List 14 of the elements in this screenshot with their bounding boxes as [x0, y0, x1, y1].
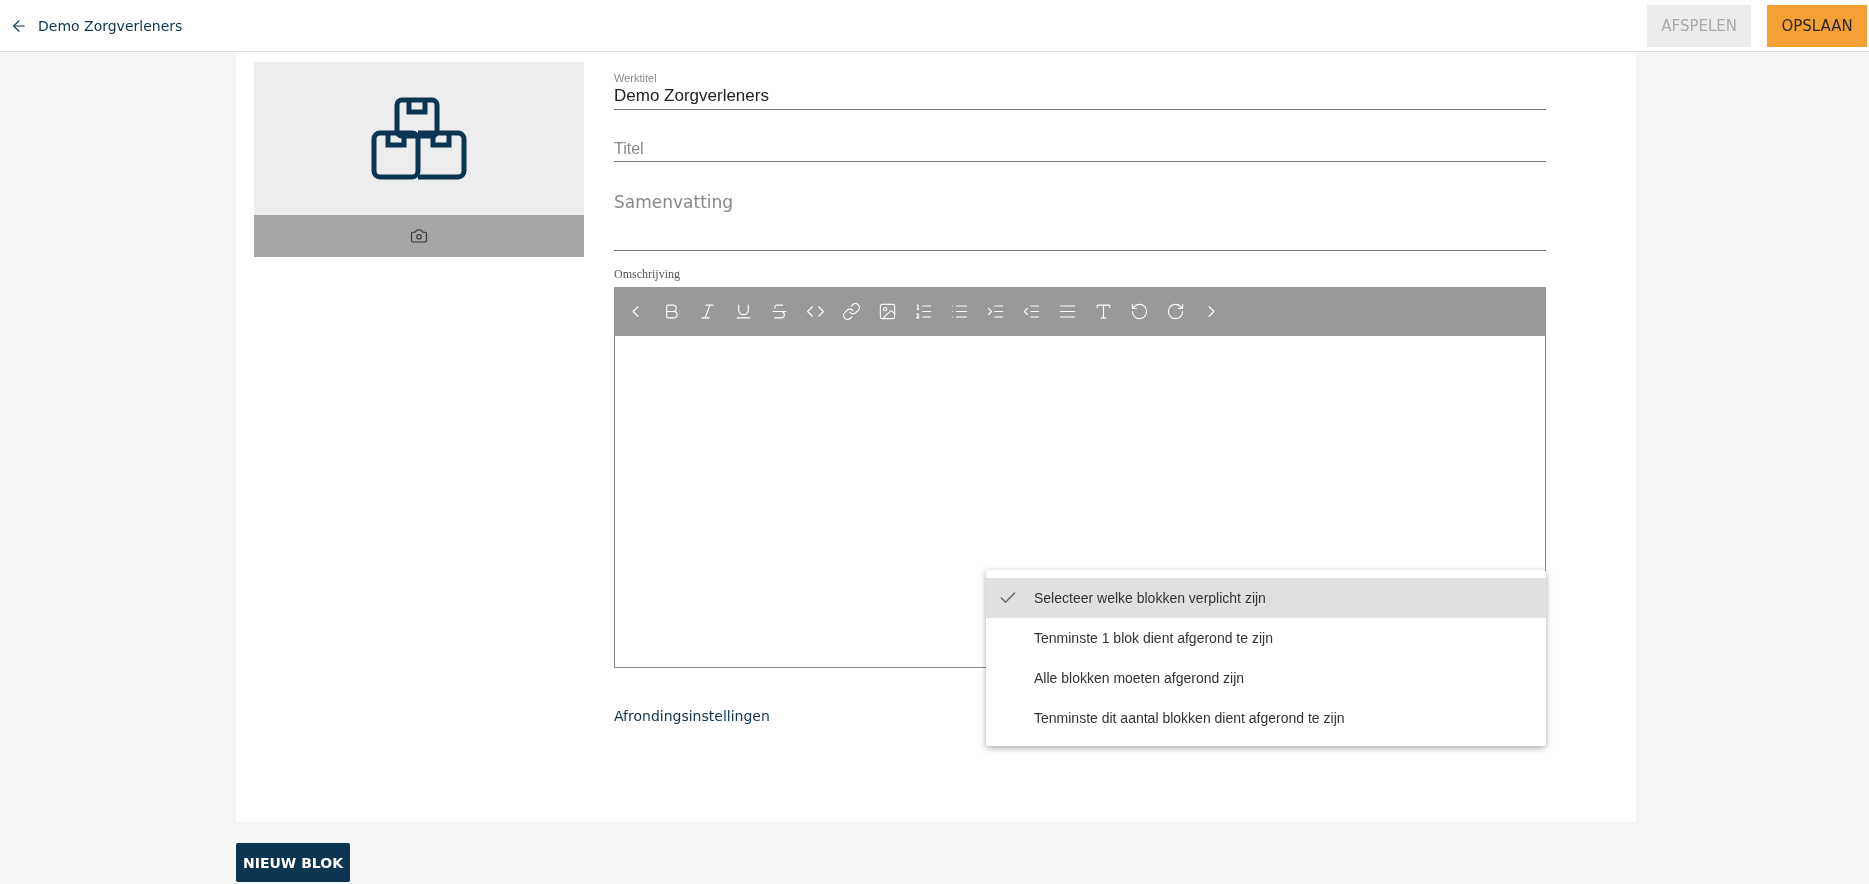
- menu-item[interactable]: Tenminste dit aantal blokken dient afgerond te zijn: [986, 698, 1546, 738]
- titel-input[interactable]: Titel: [614, 140, 1546, 158]
- menu-item[interactable]: Selecteer welke blokken verplicht zijn: [986, 578, 1546, 618]
- new-block-button[interactable]: NIEUW BLOK: [236, 843, 350, 882]
- field-label: Omschrijving: [614, 267, 680, 282]
- samenvatting-input[interactable]: Samenvatting: [614, 192, 1546, 212]
- menu-item[interactable]: Alle blokken moeten afgerond zijn: [986, 658, 1546, 698]
- boxes-icon: [371, 96, 467, 181]
- completion-settings-label: Afrondingsinstellingen: [614, 708, 770, 724]
- menu-item[interactable]: Tenminste 1 blok dient afgerond te zijn: [986, 618, 1546, 658]
- page-title: Demo Zorgverleners: [38, 17, 184, 34]
- camera-icon: [410, 227, 428, 245]
- header-button[interactable]: OPSLAAN: [1767, 4, 1867, 47]
- field-label: Werktitel: [614, 72, 658, 84]
